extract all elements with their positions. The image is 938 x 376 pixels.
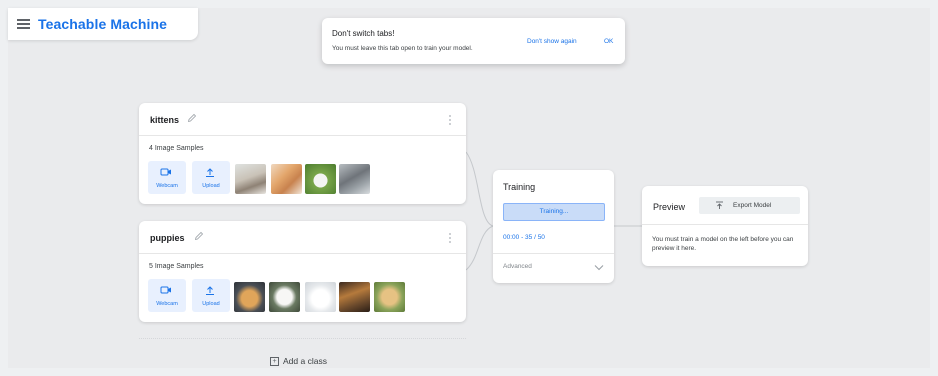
pencil-icon[interactable]	[187, 113, 197, 123]
puppy-thumbnail[interactable]	[234, 282, 265, 312]
train-model-button[interactable]: Training...	[503, 203, 605, 221]
preview-panel: Preview Export Model You must train a mo…	[642, 186, 808, 266]
upload-button[interactable]: Upload	[192, 279, 230, 312]
kitten-thumbnail[interactable]	[339, 164, 370, 194]
divider	[642, 224, 808, 225]
class-name[interactable]: puppies	[150, 233, 185, 243]
puppy-thumbnail[interactable]	[269, 282, 300, 312]
add-class-button[interactable]: + Add a class	[270, 356, 327, 366]
puppy-thumbnail[interactable]	[305, 282, 336, 312]
card-placeholder-edge	[139, 338, 466, 341]
samples-count: 5 Image Samples	[149, 263, 204, 270]
webcam-label: Webcam	[156, 301, 178, 307]
brand-bar: Teachable Machine	[8, 8, 198, 40]
training-title: Training	[503, 182, 536, 192]
class-card-puppies: puppies 5 Image Samples Webcam Upload	[139, 221, 466, 322]
pencil-icon[interactable]	[194, 231, 204, 241]
class-card-kittens: kittens 4 Image Samples Webcam Upload	[139, 103, 466, 204]
tab-warning-toast: Don't switch tabs! You must leave this t…	[322, 18, 625, 64]
webcam-label: Webcam	[156, 183, 178, 189]
upload-icon	[206, 168, 214, 177]
add-class-label: Add a class	[283, 356, 327, 366]
training-panel: Training Training... 00:00 - 35 / 50 Adv…	[493, 170, 614, 283]
toast-message: You must leave this tab open to train yo…	[332, 45, 473, 52]
training-progress: 00:00 - 35 / 50	[503, 234, 545, 241]
upload-label: Upload	[202, 301, 220, 307]
kitten-thumbnail[interactable]	[305, 164, 336, 194]
kitten-thumbnail[interactable]	[271, 164, 302, 194]
advanced-toggle[interactable]: Advanced	[503, 263, 532, 270]
dont-show-again-button[interactable]: Don't show again	[527, 38, 577, 45]
app-title[interactable]: Teachable Machine	[38, 16, 167, 32]
class-header: kittens	[139, 103, 466, 136]
samples-count: 4 Image Samples	[149, 145, 204, 152]
webcam-icon	[160, 168, 171, 176]
preview-message: You must train a model on the left befor…	[652, 236, 794, 252]
webcam-button[interactable]: Webcam	[148, 161, 186, 194]
upload-label: Upload	[202, 183, 220, 189]
webcam-button[interactable]: Webcam	[148, 279, 186, 312]
puppy-thumbnail[interactable]	[339, 282, 370, 312]
upload-icon	[206, 286, 214, 295]
export-icon	[716, 201, 723, 209]
more-options-icon[interactable]	[449, 115, 452, 125]
class-name[interactable]: kittens	[150, 115, 179, 125]
chevron-down-icon[interactable]	[594, 264, 604, 271]
kitten-thumbnail[interactable]	[235, 164, 266, 194]
export-model-button[interactable]: Export Model	[699, 197, 800, 214]
puppy-thumbnail[interactable]	[374, 282, 405, 312]
preview-title: Preview	[653, 202, 686, 212]
class-header: puppies	[139, 221, 466, 254]
webcam-icon	[160, 286, 171, 294]
divider	[493, 253, 614, 254]
menu-icon[interactable]	[17, 19, 30, 29]
upload-button[interactable]: Upload	[192, 161, 230, 194]
add-box-icon: +	[270, 356, 279, 366]
toast-title: Don't switch tabs!	[332, 29, 395, 38]
more-options-icon[interactable]	[449, 233, 452, 243]
ok-button[interactable]: OK	[604, 38, 613, 45]
export-label: Export Model	[733, 202, 772, 209]
